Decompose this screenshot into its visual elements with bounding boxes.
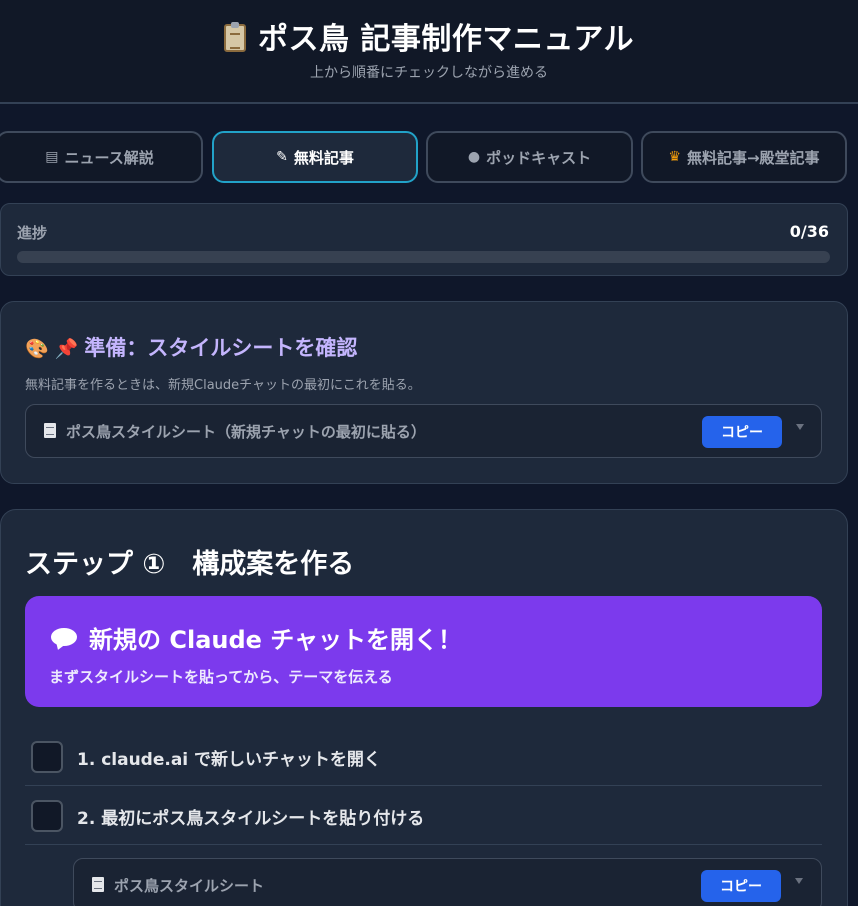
progress-card: 進捗 0/36 [0,203,848,276]
checklist-item-label: 1. claude.ai で新しいチャットを開く [77,750,381,770]
stylesheet-label: ポス鳥スタイルシート [114,877,265,895]
microphone-icon: ● [467,149,481,165]
pushpin-icon: 📌 [54,338,79,360]
palette-icon: 🎨 [25,338,49,360]
document-icon [44,423,56,438]
prep-title: 🎨 📌 準備：スタイルシートを確認 [25,332,357,362]
stylesheet-accordion[interactable]: ポス鳥スタイルシート コピー [73,858,822,906]
tab-free-article[interactable]: ✎ 無料記事 [212,131,418,183]
step-title: ステップ ① 構成案を作る [25,549,355,580]
step-card: ステップ ① 構成案を作る 新規の Claude チャットを開く！ まずスタイル… [0,509,848,906]
newspaper-icon: ▤ [45,149,59,165]
page-subtitle: 上から順番にチェックしながら進める [310,65,548,81]
banner-title-text: 新規の Claude チャットを開く！ [89,626,463,654]
progress-bar [17,251,830,263]
chevron-down-icon[interactable] [796,424,804,430]
copy-button[interactable]: コピー [701,870,781,902]
tab-label: 無料記事 [293,148,354,167]
prep-title-text: 準備：スタイルシートを確認 [84,336,358,360]
tab-label: 無料記事→殿堂記事 [686,148,820,167]
clipboard-icon [223,22,246,52]
checkbox[interactable] [31,800,63,832]
stylesheet-label: ポス鳥スタイルシート（新規チャットの最初に貼る） [66,423,426,441]
page-title-text: ポス鳥 記事制作マニュアル [257,22,635,57]
tab-label: ニュース解説 [64,148,154,167]
trophy-icon: ♛ [668,149,681,165]
prep-card: 🎨 📌 準備：スタイルシートを確認 無料記事を作るときは、新規Claudeチャットの… [0,301,848,484]
tab-news[interactable]: ▤ ニュース解説 [0,131,203,183]
banner-subtitle: まずスタイルシートを貼ってから、テーマを伝える [49,668,393,686]
checklist-item-label: 2. 最初にポス鳥スタイルシートを貼り付ける [77,809,425,829]
memo-icon: ✎ [276,149,288,165]
checkbox[interactable] [31,741,63,773]
progress-count: 0/36 [789,222,829,241]
checklist-item[interactable]: 1. claude.ai で新しいチャットを開く [25,728,822,786]
page-title: ポス鳥 記事制作マニュアル [0,14,858,58]
prep-description: 無料記事を作るときは、新規Claudeチャットの最初にこれを貼る。 [25,378,421,393]
stylesheet-accordion[interactable]: ポス鳥スタイルシート（新規チャットの最初に貼る） コピー [25,404,822,458]
tab-label: ポッドキャスト [486,148,592,167]
checklist-item[interactable]: 2. 最初にポス鳥スタイルシートを貼り付ける [25,787,822,845]
copy-button[interactable]: コピー [702,416,782,448]
tab-podcast[interactable]: ● ポッドキャスト [426,131,633,183]
document-icon [92,877,104,892]
speech-bubble-icon [51,628,77,646]
tab-hall-of-fame[interactable]: ♛ 無料記事→殿堂記事 [641,131,847,183]
callout-banner: 新規の Claude チャットを開く！ まずスタイルシートを貼ってから、テーマを… [25,596,822,707]
progress-label: 進捗 [17,224,48,242]
banner-title: 新規の Claude チャットを開く！ [51,620,462,655]
page-header: ポス鳥 記事制作マニュアル 上から順番にチェックしながら進める [0,0,858,104]
chevron-down-icon[interactable] [795,878,803,884]
